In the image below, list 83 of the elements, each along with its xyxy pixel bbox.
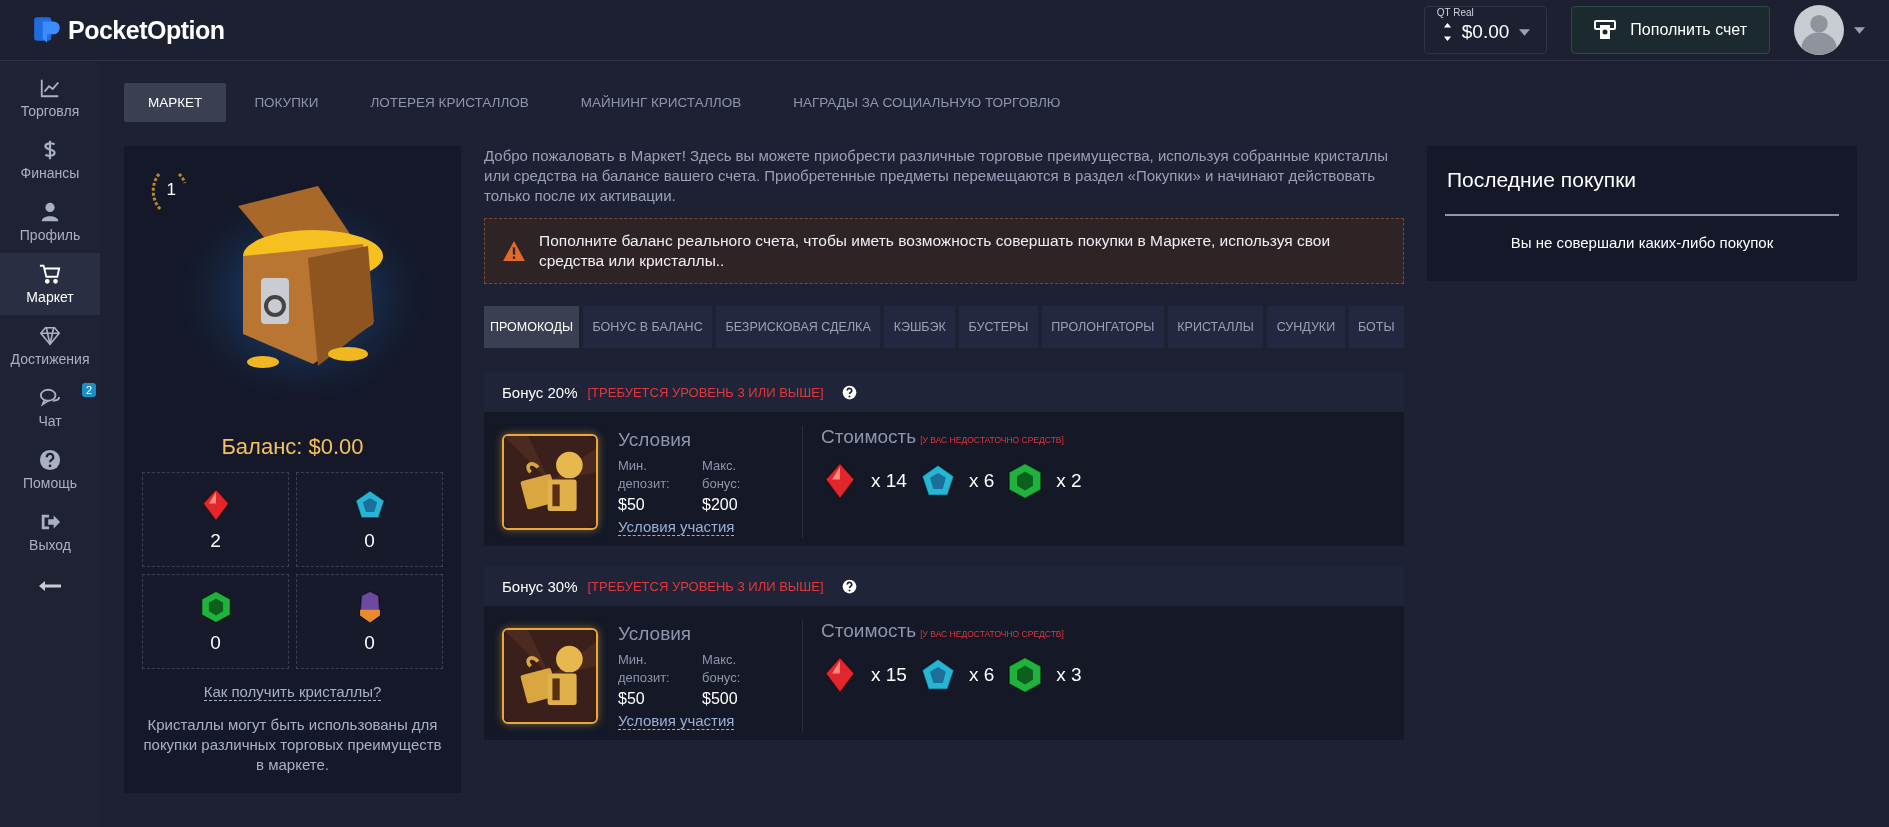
empty-message: Вы не совершали каких-либо покупок [1509, 234, 1775, 251]
help-link[interactable]: Как получить кристаллы? [203, 683, 382, 701]
crystal-amount: x 3 [1056, 664, 1082, 686]
caret-icon [1519, 28, 1531, 36]
max-bonus-value: $500 [702, 689, 739, 708]
sidebar-item[interactable]: Достижения [0, 315, 100, 377]
cost-title: Стоимость [821, 620, 917, 642]
deposit-button[interactable]: Пополнить счет [1571, 6, 1770, 54]
crystal-amount: x 14 [871, 470, 907, 492]
help-icon[interactable] [841, 578, 857, 594]
crystal-count: 0 [210, 631, 221, 654]
balance-text: Баланс: $0.00 [221, 434, 364, 460]
category-tab[interactable]: БОНУС В БАЛАНС [583, 306, 713, 348]
terms-link[interactable]: Условия участия [618, 711, 735, 730]
sidebar-item[interactable]: Профиль [0, 191, 100, 253]
min-deposit-label: Мин. депозит: [618, 650, 671, 687]
crystal-count: 2 [210, 529, 221, 552]
category-tab[interactable]: ПРОМОКОДЫ [484, 306, 580, 348]
logo-icon [32, 15, 62, 45]
max-bonus-label: Макс. бонус: [702, 456, 742, 493]
conditions-title: Условия [618, 622, 693, 645]
notification-badge: 2 [81, 383, 96, 397]
chat-icon [39, 387, 61, 409]
account-selector[interactable]: QT Real $0.00 [1423, 6, 1548, 54]
help-icon[interactable] [841, 384, 857, 400]
tab[interactable]: МАЙНИНГ КРИСТАЛЛОВ [556, 83, 766, 122]
min-deposit-label: Мин. депозит: [618, 456, 671, 493]
diamond-icon [39, 325, 61, 347]
crystal-amount: x 15 [871, 664, 907, 686]
crystal-amount: x 6 [968, 470, 995, 492]
user-icon [39, 201, 61, 223]
tab[interactable]: ПОКУПКИ [230, 83, 343, 122]
chart-icon [39, 77, 61, 99]
hexagon-gem-icon [1006, 462, 1045, 500]
category-tab[interactable]: БОТЫ [1348, 306, 1404, 348]
currency-icon [1442, 22, 1452, 42]
max-bonus-label: Макс. бонус: [702, 650, 742, 687]
sidebar-item[interactable]: Торговля [0, 67, 100, 129]
cost-title: Стоимость [821, 426, 917, 448]
hexagon-gem-icon [1006, 656, 1045, 694]
sidebar-item[interactable]: Финансы [0, 129, 100, 191]
min-deposit-value: $50 [618, 689, 646, 708]
insufficient-funds-note: [У ВАС НЕДОСТАТОЧНО СРЕДСТВ] [920, 435, 1064, 445]
hexagon-gem-icon [198, 589, 233, 624]
category-tab[interactable]: СУНДУКИ [1267, 306, 1345, 348]
intro-text: Добро пожаловать в Маркет! Здесь вы можете приобрести различные торговые преимущества, используя собранные кристаллы или средства на балансе вашего счета. Приобретенные предметы перемещаются в раздел «Покупки» и начинают действовать только после их активации. [484, 146, 1390, 206]
sidebar-item[interactable]: Помощь [0, 439, 100, 501]
crystal-amount: x 2 [1056, 470, 1082, 492]
terms-link[interactable]: Условия участия [618, 517, 735, 536]
crystal-count: 0 [364, 631, 375, 654]
sidebar-item[interactable]: Маркет [0, 253, 100, 315]
requirement-text: [ТРЕБУЕТСЯ УРОВЕНЬ 3 ИЛИ ВЫШЕ] [587, 578, 824, 594]
description-text: Кристаллы могут быть использованы для покупки различных торговых преимуществ в маркете. [142, 715, 443, 775]
requirement-text: [ТРЕБУЕТСЯ УРОВЕНЬ 3 ИЛИ ВЫШЕ] [587, 384, 824, 400]
product-title: Бонус 30% [502, 577, 578, 595]
max-bonus-value: $200 [702, 495, 739, 514]
back-arrow-icon[interactable] [39, 581, 61, 591]
product-title: Бонус 20% [502, 383, 578, 401]
category-tab[interactable]: БУСТЕРЫ [959, 306, 1038, 348]
caret-icon [1854, 26, 1865, 34]
category-tab[interactable]: КРИСТАЛЛЫ [1167, 306, 1264, 348]
warning-icon [503, 241, 525, 261]
tab[interactable]: НАГРАДЫ ЗА СОЦИАЛЬНУЮ ТОРГОВЛЮ [769, 83, 1085, 122]
conditions-title: Условия [618, 428, 693, 451]
crystal-count: 0 [364, 529, 375, 552]
level-number: 1 [166, 180, 176, 200]
avatar[interactable] [1794, 5, 1844, 55]
category-tab[interactable]: БЕЗРИСКОВАЯ СДЕЛКА [716, 306, 881, 348]
cart-icon [39, 263, 61, 285]
warning-text: Пополните баланс реального счета, чтобы иметь возможность совершать покупки в Маркете, используя свои средства или кристаллы.. [539, 231, 1332, 271]
logo-text: PocketOption [68, 15, 225, 45]
help-icon [39, 449, 61, 471]
wallet-icon [1594, 20, 1617, 40]
category-tab[interactable]: ПРОЛОНГАТОРЫ [1041, 306, 1164, 348]
tab[interactable]: МАРКЕТ [124, 83, 227, 122]
tab[interactable]: ЛОТЕРЕЯ КРИСТАЛЛОВ [346, 83, 553, 122]
sidebar-item[interactable]: Выход [0, 501, 100, 563]
insufficient-funds-note: [У ВАС НЕДОСТАТОЧНО СРЕДСТВ] [920, 629, 1064, 639]
min-deposit-value: $50 [618, 495, 646, 514]
sidebar-item[interactable]: Чат 2 [0, 377, 100, 439]
panel-title: Последние покупки [1446, 168, 1638, 192]
category-tab[interactable]: КЭШБЭК [884, 306, 956, 348]
crystal-amount: x 6 [968, 664, 995, 686]
